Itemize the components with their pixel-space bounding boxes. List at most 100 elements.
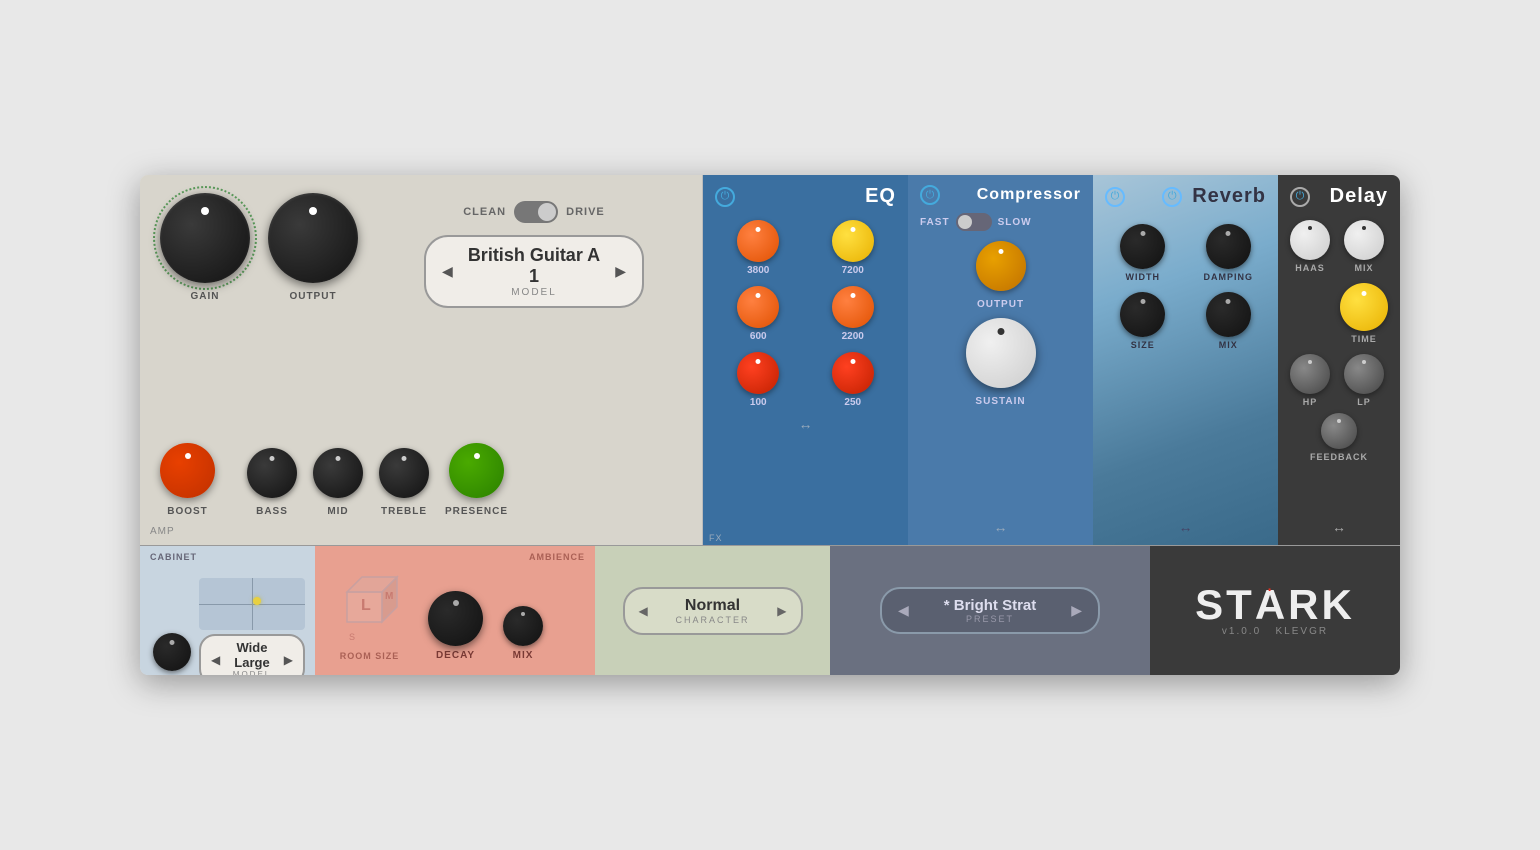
delay-mix-label: MIX [1354, 263, 1373, 273]
reverb-mix-label: MIX [1219, 340, 1238, 350]
bass-knob[interactable] [247, 448, 297, 498]
eq-knob-7200-control[interactable] [832, 220, 874, 262]
delay-lp-knob[interactable] [1344, 354, 1384, 394]
preset-next-arrow[interactable]: ▶ [1071, 602, 1082, 619]
cabinet-crosshair[interactable] [199, 578, 305, 630]
comp-expand-btn[interactable]: ↔ [920, 519, 1081, 535]
reverb-damping-knob[interactable] [1206, 224, 1251, 269]
gain-group: GAIN [160, 193, 250, 302]
reverb-power-btn[interactable] [1105, 187, 1125, 207]
reverb-size-group: SIZE [1105, 292, 1181, 350]
eq-title: EQ [865, 185, 896, 208]
stereo-group: STEREO [150, 633, 193, 675]
reverb-mix-knob[interactable] [1206, 292, 1251, 337]
cabinet-content: STEREO ◀ Wide Large MODEL [150, 566, 305, 675]
model-selector[interactable]: ◀ British Guitar A 1 MODEL ▶ [424, 235, 644, 308]
output-knob[interactable] [268, 193, 358, 283]
reverb-damping-label: DAMPING [1204, 272, 1254, 282]
eq-knob-250-control[interactable] [832, 352, 874, 394]
delay-lp-group: LP [1340, 354, 1388, 407]
fx-label: FX [709, 533, 723, 543]
decay-label: DECAY [436, 650, 475, 661]
eq-knob-7200: 7200 [810, 220, 897, 276]
eq-freq-100: 100 [750, 397, 767, 408]
comp-power-btn[interactable] [920, 185, 940, 205]
preset-text: * Bright Strat PRESET [944, 597, 1037, 624]
reverb-width-knob[interactable] [1120, 224, 1165, 269]
delay-haas-knob[interactable] [1290, 220, 1330, 260]
delay-hp-knob[interactable] [1290, 354, 1330, 394]
delay-title: Delay [1330, 185, 1388, 208]
clean-drive-toggle[interactable] [514, 201, 558, 223]
boost-knob[interactable] [160, 443, 215, 498]
cabinet-model-sub: MODEL [220, 670, 284, 675]
eq-knob-600-control[interactable] [737, 286, 779, 328]
preset-selector[interactable]: ◀ * Bright Strat PRESET ▶ [880, 587, 1100, 634]
reverb-title: Reverb [1192, 185, 1266, 208]
delay-feedback-label: FEEDBACK [1310, 452, 1368, 462]
preset-prev-arrow[interactable]: ◀ [898, 602, 909, 619]
reverb-size-knob[interactable] [1120, 292, 1165, 337]
character-next-arrow[interactable]: ▶ [777, 604, 786, 618]
amp-right-col: CLEAN DRIVE ◀ British Guitar A 1 MODEL ▶ [386, 193, 682, 308]
clean-label: CLEAN [463, 206, 506, 218]
fast-slow-row: FAST SLOW [920, 213, 1081, 231]
drive-label: DRIVE [566, 206, 605, 218]
eq-knob-2200-control[interactable] [832, 286, 874, 328]
delay-feedback-knob[interactable] [1321, 413, 1357, 449]
comp-output-group: OUTPUT [976, 241, 1026, 310]
mid-group: MID [313, 448, 363, 517]
fast-slow-toggle[interactable] [956, 213, 992, 231]
delay-mix-group: MIX [1340, 220, 1388, 273]
cabinet-prev-arrow[interactable]: ◀ [211, 653, 220, 667]
character-selector[interactable]: ◀ Normal CHARACTER ▶ [623, 587, 803, 635]
gain-knob[interactable] [160, 193, 250, 283]
eq-freq-3800: 3800 [747, 265, 769, 276]
cabinet-next-arrow[interactable]: ▶ [284, 653, 293, 667]
delay-header: Delay [1290, 185, 1388, 208]
compressor-panel: Compressor FAST SLOW OUTPUT SUSTAIN [908, 175, 1093, 545]
bass-label: BASS [256, 506, 288, 517]
ambience-mix-knob[interactable] [503, 606, 543, 646]
character-text: Normal CHARACTER [675, 597, 749, 625]
treble-knob[interactable] [379, 448, 429, 498]
delay-expand-btn[interactable]: ↔ [1290, 519, 1388, 535]
delay-hp-group: HP [1290, 354, 1330, 407]
cabinet-panel: CABINET STEREO ◀ [140, 546, 315, 675]
reverb-mix-group: MIX [1191, 292, 1267, 350]
character-prev-arrow[interactable]: ◀ [639, 604, 648, 618]
cabinet-selector-text: Wide Large MODEL [220, 640, 284, 675]
comp-output-knob[interactable] [976, 241, 1026, 291]
delay-time-knob[interactable] [1340, 283, 1388, 331]
model-next-arrow[interactable]: ▶ [615, 263, 626, 280]
delay-mix-knob[interactable] [1344, 220, 1384, 260]
comp-sustain-knob[interactable] [966, 318, 1036, 388]
delay-power-btn[interactable] [1290, 187, 1310, 207]
mid-knob[interactable] [313, 448, 363, 498]
delay-panel: Delay HAAS MIX TIME [1278, 175, 1400, 545]
decay-knob[interactable] [428, 591, 483, 646]
brand-text: ST ·ARK v1.0.0 KLEVGR [1195, 584, 1355, 637]
eq-power-btn[interactable] [715, 187, 735, 207]
reverb-expand-btn[interactable]: ↔ [1105, 519, 1266, 535]
reverb-width-label: WIDTH [1126, 272, 1161, 282]
eq-header: EQ [715, 185, 896, 208]
reverb-power-btn2[interactable] [1162, 187, 1182, 207]
model-prev-arrow[interactable]: ◀ [442, 263, 453, 280]
amp-bottom-row: BOOST BASS MID TREBLE PRESENCE [160, 429, 682, 535]
eq-knob-250: 250 [810, 352, 897, 408]
eq-knob-3800-control[interactable] [737, 220, 779, 262]
delay-lp-label: LP [1357, 397, 1371, 407]
presence-group: PRESENCE [445, 443, 508, 517]
mid-label: MID [327, 506, 348, 517]
eq-knob-100-control[interactable] [737, 352, 779, 394]
brand-dot: · [1268, 582, 1276, 596]
reverb-damping-group: DAMPING [1191, 224, 1267, 282]
comp-title: Compressor [977, 186, 1081, 204]
boost-group: BOOST [160, 443, 215, 517]
presence-knob[interactable] [449, 443, 504, 498]
svg-text:L: L [361, 597, 371, 614]
cabinet-selector[interactable]: ◀ Wide Large MODEL ▶ [199, 634, 305, 675]
stereo-knob[interactable] [153, 633, 191, 671]
eq-expand-btn[interactable]: ↔ [715, 416, 896, 432]
